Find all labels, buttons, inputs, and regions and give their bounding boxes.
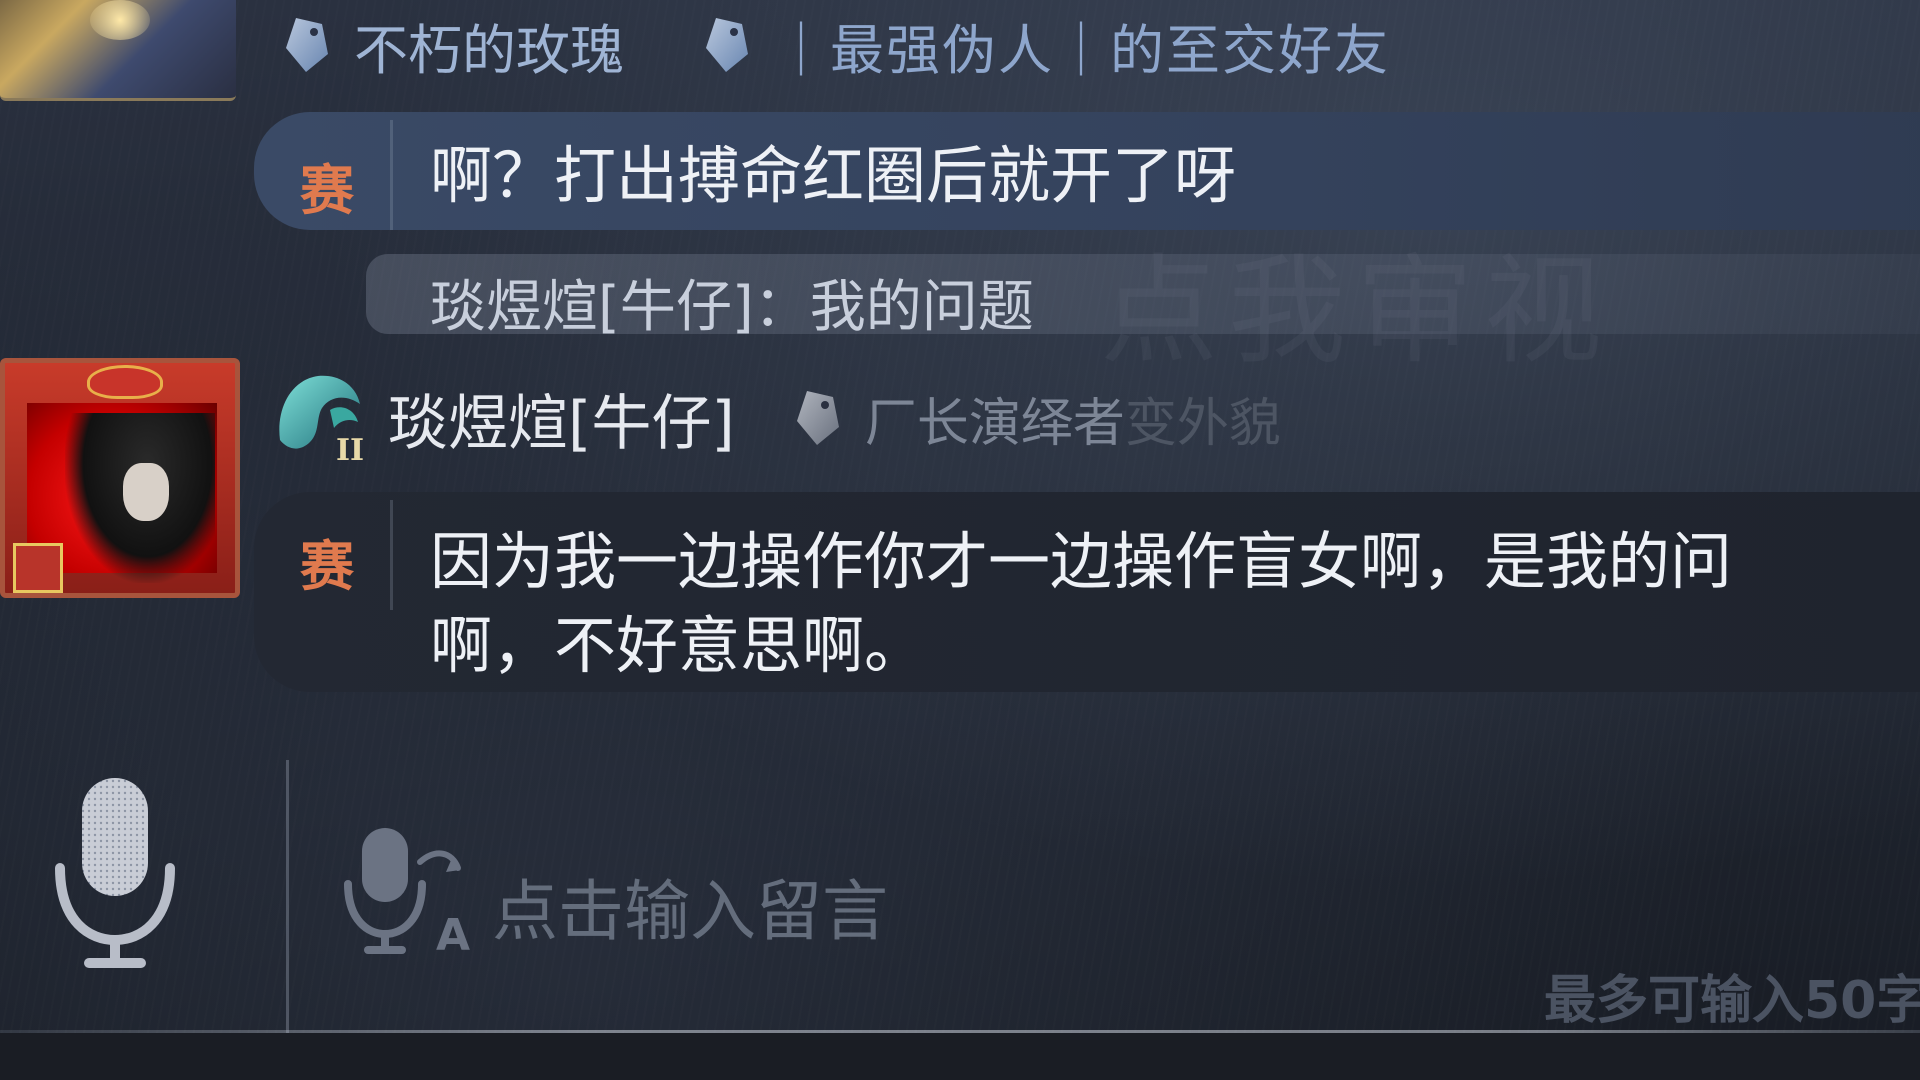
rank-badge-label: II (336, 433, 364, 466)
rose-title: 不朽的玫瑰 (354, 18, 624, 82)
friend-title: ｜最强伪人｜的至交好友 (774, 18, 1390, 82)
avatar-top-art (90, 0, 150, 40)
bubble-divider (390, 120, 393, 230)
avatar-face (123, 463, 169, 521)
bottom-strip (0, 1033, 1920, 1080)
avatar-top[interactable] (0, 0, 236, 101)
rank-badge-icon: II (279, 375, 364, 466)
sender-name[interactable]: 琰煜煊[牛仔] (388, 375, 735, 462)
match-badge: 赛 (300, 535, 354, 598)
microphone-icon[interactable] (50, 772, 180, 972)
input-placeholder: 点击输入留言 (492, 873, 888, 950)
message-line-2: 啊，不好意思啊。 (430, 609, 927, 682)
sender-role-faded-text: 变外貌 (1124, 393, 1281, 454)
chat-screen: 点我审视 不朽的玫瑰 ｜最强伪人｜的至交好友 赛 啊？打出搏命红圈后就开了呀 琰… (0, 0, 1920, 1080)
avatar[interactable] (0, 358, 240, 598)
tag-icon (706, 18, 748, 72)
avatar-frame-gift (13, 543, 63, 593)
quoted-reply-text: 琰煜煊[牛仔]：我的问题 (430, 275, 1034, 340)
voice-to-text-icon[interactable]: A (340, 822, 470, 962)
char-limit-hint: 最多可输入50字 (1544, 971, 1920, 1031)
message-line-1: 因为我一边操作你才一边操作盲女啊，是我的问 (430, 525, 1733, 598)
tag-icon (796, 391, 839, 445)
sender-title-row-top: 不朽的玫瑰 ｜最强伪人｜的至交好友 (282, 10, 1390, 82)
match-badge: 赛 (300, 159, 354, 222)
sender-row: II 琰煜煊[牛仔] 厂长演绎者 变外貌 (270, 375, 1281, 466)
svg-text:A: A (436, 910, 470, 961)
bubble-divider (390, 500, 393, 610)
message-text: 因为我一边操作你才一边操作盲女啊，是我的问 啊，不好意思啊。 (430, 520, 1732, 688)
sender-role-title: 厂长演绎者 (864, 393, 1125, 454)
message-text: 啊？打出搏命红圈后就开了呀 (430, 139, 1237, 212)
tag-icon (286, 18, 328, 72)
avatar-frame-bow (87, 365, 163, 399)
